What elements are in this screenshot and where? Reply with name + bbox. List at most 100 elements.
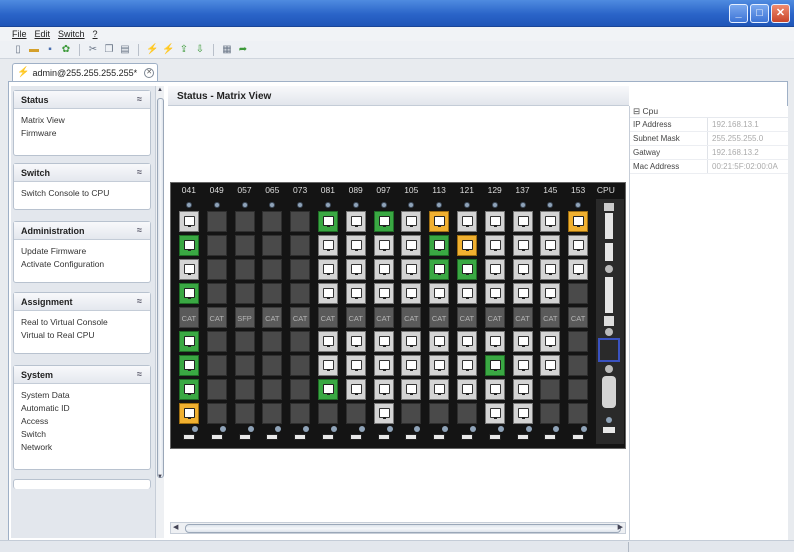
port-cell[interactable] bbox=[345, 355, 366, 376]
scroll-down-icon[interactable]: ▼ bbox=[156, 474, 164, 480]
port-cell[interactable] bbox=[512, 331, 533, 352]
port-cell[interactable] bbox=[206, 259, 227, 280]
port-cell[interactable] bbox=[456, 355, 477, 376]
port-cell[interactable] bbox=[568, 379, 589, 400]
nav-update-firmware[interactable]: Update Firmware bbox=[21, 245, 143, 258]
port-cell[interactable] bbox=[484, 211, 505, 232]
port-cell[interactable] bbox=[262, 379, 283, 400]
port-cell[interactable] bbox=[456, 283, 477, 304]
port-cell[interactable] bbox=[540, 403, 561, 424]
port-cell[interactable] bbox=[345, 403, 366, 424]
port-cell[interactable] bbox=[429, 235, 450, 256]
port-cell[interactable] bbox=[512, 283, 533, 304]
port-cell[interactable] bbox=[317, 403, 338, 424]
upload-icon[interactable]: ⇪ bbox=[178, 44, 190, 56]
port-cell[interactable] bbox=[373, 211, 394, 232]
port-cell[interactable] bbox=[178, 235, 199, 256]
port-cell[interactable] bbox=[568, 259, 589, 280]
scroll-left-icon[interactable]: ◀ bbox=[173, 523, 178, 531]
port-cell[interactable] bbox=[345, 259, 366, 280]
port-cell[interactable] bbox=[401, 211, 422, 232]
port-cell[interactable] bbox=[317, 379, 338, 400]
port-cell[interactable] bbox=[456, 211, 477, 232]
port-cell[interactable] bbox=[401, 331, 422, 352]
nav-activate-configuration[interactable]: Activate Configuration bbox=[21, 258, 143, 271]
port-cell[interactable] bbox=[456, 235, 477, 256]
nav-switch[interactable]: Switch bbox=[21, 428, 143, 441]
nav-virtual-to-real[interactable]: Virtual to Real CPU bbox=[21, 329, 143, 342]
copy-icon[interactable]: ❐ bbox=[103, 44, 115, 56]
port-cell[interactable] bbox=[290, 355, 311, 376]
nav-network[interactable]: Network bbox=[21, 441, 143, 454]
nav-automatic-id[interactable]: Automatic ID bbox=[21, 402, 143, 415]
port-cell[interactable] bbox=[512, 259, 533, 280]
port-cell[interactable] bbox=[206, 235, 227, 256]
port-cell[interactable] bbox=[429, 379, 450, 400]
paste-icon[interactable]: ▤ bbox=[119, 44, 131, 56]
close-button[interactable]: ✕ bbox=[771, 4, 790, 23]
port-cell[interactable] bbox=[540, 283, 561, 304]
port-cell[interactable] bbox=[540, 331, 561, 352]
port-cell[interactable] bbox=[262, 331, 283, 352]
port-cell[interactable] bbox=[290, 283, 311, 304]
port-cell[interactable] bbox=[373, 331, 394, 352]
port-cell[interactable] bbox=[568, 283, 589, 304]
port-cell[interactable] bbox=[401, 235, 422, 256]
collapse-icon[interactable]: ≈ bbox=[137, 225, 142, 235]
port-cell[interactable] bbox=[345, 331, 366, 352]
scrollbar-thumb[interactable] bbox=[157, 98, 164, 478]
port-cell[interactable] bbox=[512, 211, 533, 232]
port-cell[interactable] bbox=[178, 331, 199, 352]
port-cell[interactable] bbox=[234, 403, 255, 424]
port-cell[interactable] bbox=[206, 379, 227, 400]
maximize-button[interactable]: □ bbox=[750, 4, 769, 23]
port-cell[interactable] bbox=[484, 331, 505, 352]
export-icon[interactable]: ➦ bbox=[237, 44, 249, 56]
port-cell[interactable] bbox=[178, 283, 199, 304]
port-cell[interactable] bbox=[262, 283, 283, 304]
port-cell[interactable] bbox=[429, 355, 450, 376]
port-cell[interactable] bbox=[290, 259, 311, 280]
port-cell[interactable] bbox=[456, 403, 477, 424]
port-cell[interactable] bbox=[290, 403, 311, 424]
port-cell[interactable] bbox=[178, 403, 199, 424]
port-cell[interactable] bbox=[484, 403, 505, 424]
port-cell[interactable] bbox=[373, 283, 394, 304]
collapse-icon[interactable]: ≈ bbox=[137, 167, 142, 177]
cut-icon[interactable]: ✂ bbox=[87, 44, 99, 56]
port-cell[interactable] bbox=[540, 235, 561, 256]
tab-session[interactable]: ⚡ admin@255.255.255.255* ✕ bbox=[12, 63, 158, 81]
port-cell[interactable] bbox=[373, 235, 394, 256]
port-cell[interactable] bbox=[401, 259, 422, 280]
horizontal-scrollbar[interactable]: ◀ ▶ bbox=[170, 522, 626, 534]
minimize-button[interactable]: _ bbox=[729, 4, 748, 23]
port-cell[interactable] bbox=[540, 259, 561, 280]
port-cell[interactable] bbox=[234, 355, 255, 376]
port-cell[interactable] bbox=[178, 259, 199, 280]
port-cell[interactable] bbox=[317, 211, 338, 232]
port-cell[interactable] bbox=[206, 403, 227, 424]
cpu-module[interactable] bbox=[596, 199, 624, 444]
port-cell[interactable] bbox=[262, 355, 283, 376]
refresh-icon[interactable]: ✿ bbox=[60, 44, 72, 56]
collapse-icon[interactable]: ≈ bbox=[137, 369, 142, 379]
port-cell[interactable] bbox=[262, 259, 283, 280]
port-cell[interactable] bbox=[317, 259, 338, 280]
port-cell[interactable] bbox=[206, 283, 227, 304]
port-cell[interactable] bbox=[345, 283, 366, 304]
port-cell[interactable] bbox=[262, 211, 283, 232]
port-cell[interactable] bbox=[484, 283, 505, 304]
document-icon[interactable]: ▦ bbox=[221, 44, 233, 56]
close-tab-icon[interactable]: ✕ bbox=[144, 67, 155, 78]
port-cell[interactable] bbox=[456, 379, 477, 400]
download-icon[interactable]: ⇩ bbox=[194, 44, 206, 56]
port-cell[interactable] bbox=[429, 331, 450, 352]
panel-header[interactable]: Switch ≈ bbox=[14, 164, 150, 182]
port-cell[interactable] bbox=[456, 259, 477, 280]
port-cell[interactable] bbox=[429, 259, 450, 280]
port-cell[interactable] bbox=[512, 403, 533, 424]
port-cell[interactable] bbox=[234, 379, 255, 400]
port-cell[interactable] bbox=[317, 331, 338, 352]
disconnect-icon[interactable]: ⚡ bbox=[162, 44, 174, 56]
port-cell[interactable] bbox=[345, 235, 366, 256]
